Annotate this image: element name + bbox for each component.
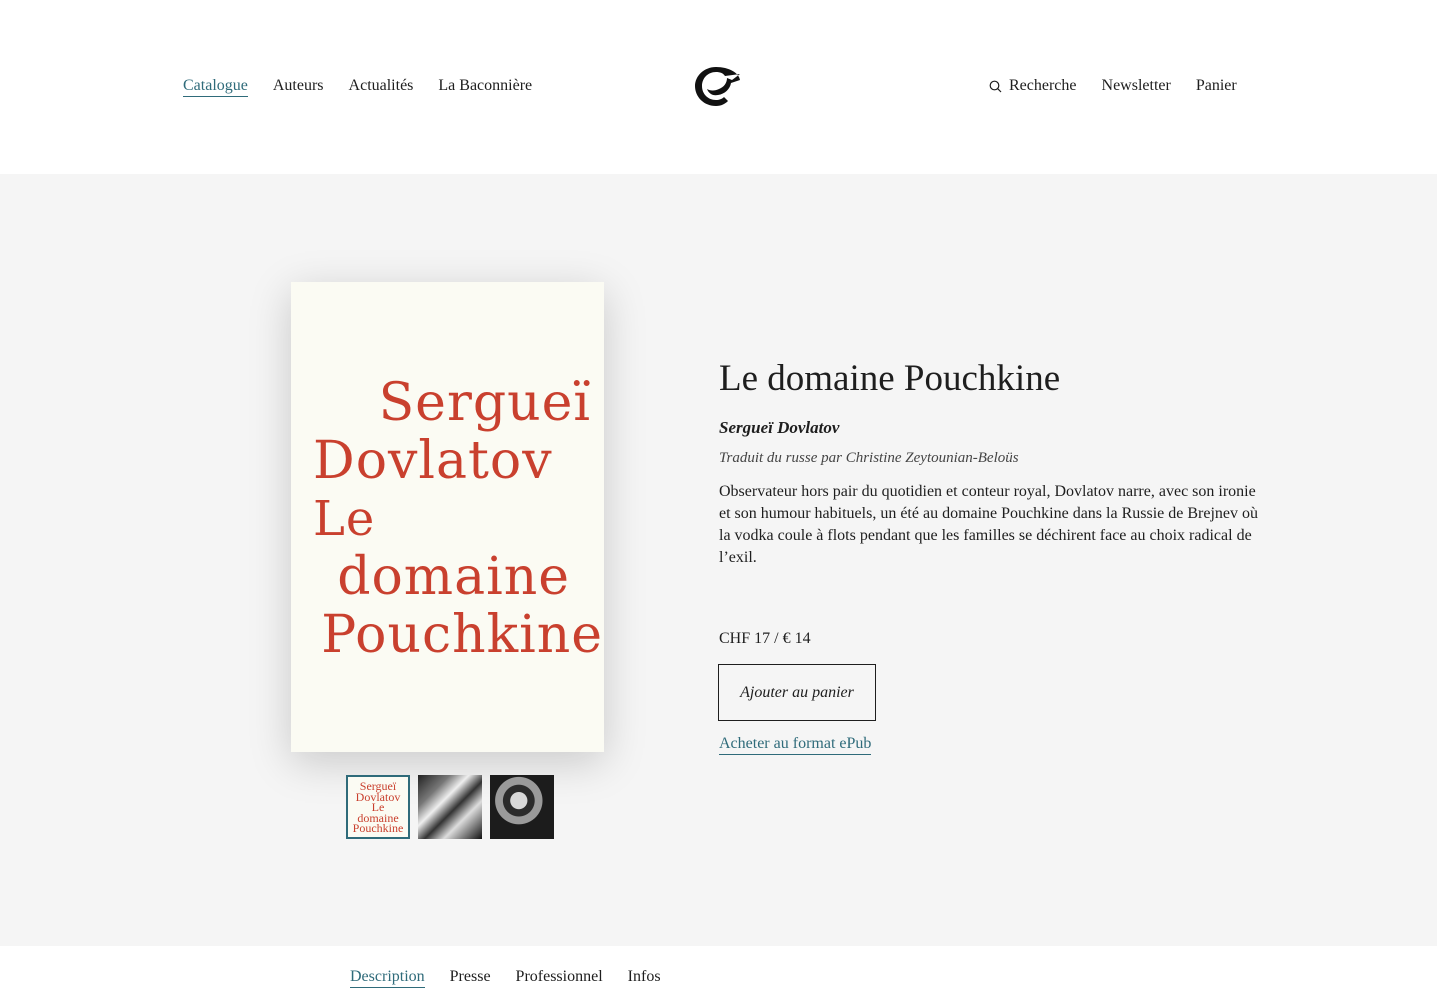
thumbnail-photo-portrait[interactable] [490,775,554,839]
cover-author-first: Sergueï [378,373,591,433]
book-translator: Traduit du russe par Christine Zeytounia… [719,450,1019,466]
site-header: Catalogue Auteurs Actualités La Baconniè… [0,0,1437,174]
cover-text: Sergueï Dovlatov Le domaine Pouchkine [313,374,603,664]
cover-author-last: Dovlatov [313,431,553,491]
book-summary: Observateur hors pair du quotidien et co… [719,483,1258,566]
publisher-logo[interactable] [694,64,742,108]
thumbnail-photo-crowd[interactable] [418,775,482,839]
search-link[interactable]: Recherche [989,77,1077,95]
tab-description[interactable]: Description [350,968,425,988]
add-to-cart-button[interactable]: Ajouter au panier [718,664,876,721]
cover-title-domaine: domaine [337,547,570,607]
nav-auteurs[interactable]: Auteurs [273,77,324,97]
nav-newsletter[interactable]: Newsletter [1102,77,1171,95]
tab-professionnel[interactable]: Professionnel [516,968,603,988]
thumbnail-cover[interactable]: Sergueï Dovlatov Le domaine Pouchkine [346,775,410,839]
search-icon [989,80,1002,92]
nav-la-baconniere[interactable]: La Baconnière [438,77,532,97]
secondary-nav: Recherche Newsletter Panier [989,77,1237,95]
tab-infos[interactable]: Infos [628,968,661,988]
cover-title-pouchkine: Pouchkine [321,605,603,665]
nav-panier[interactable]: Panier [1196,77,1237,95]
product-info: Le domaine Pouchkine Sergueï Dovlatov Tr… [719,354,1259,569]
tab-presse[interactable]: Presse [450,968,491,988]
buy-epub-link[interactable]: Acheter au format ePub [719,735,872,755]
book-price: CHF 17 / € 14 [719,630,811,647]
product-section: Sergueï Dovlatov Le domaine Pouchkine Se… [0,174,1437,946]
search-label: Recherche [1009,77,1077,94]
nav-catalogue[interactable]: Catalogue [183,77,248,97]
book-title: Le domaine Pouchkine [719,358,1061,399]
book-cover: Sergueï Dovlatov Le domaine Pouchkine [291,282,604,752]
thumb-cover-title-pouchkine: Pouchkine [352,821,404,835]
image-thumbnails: Sergueï Dovlatov Le domaine Pouchkine [346,775,554,839]
nav-actualites[interactable]: Actualités [349,77,414,97]
product-tabs: Description Presse Professionnel Infos [350,968,661,988]
book-author[interactable]: Sergueï Dovlatov [719,418,1259,438]
cover-title-le: Le [313,491,376,547]
primary-nav: Catalogue Auteurs Actualités La Baconniè… [183,77,532,97]
bird-logo-icon [695,67,740,106]
